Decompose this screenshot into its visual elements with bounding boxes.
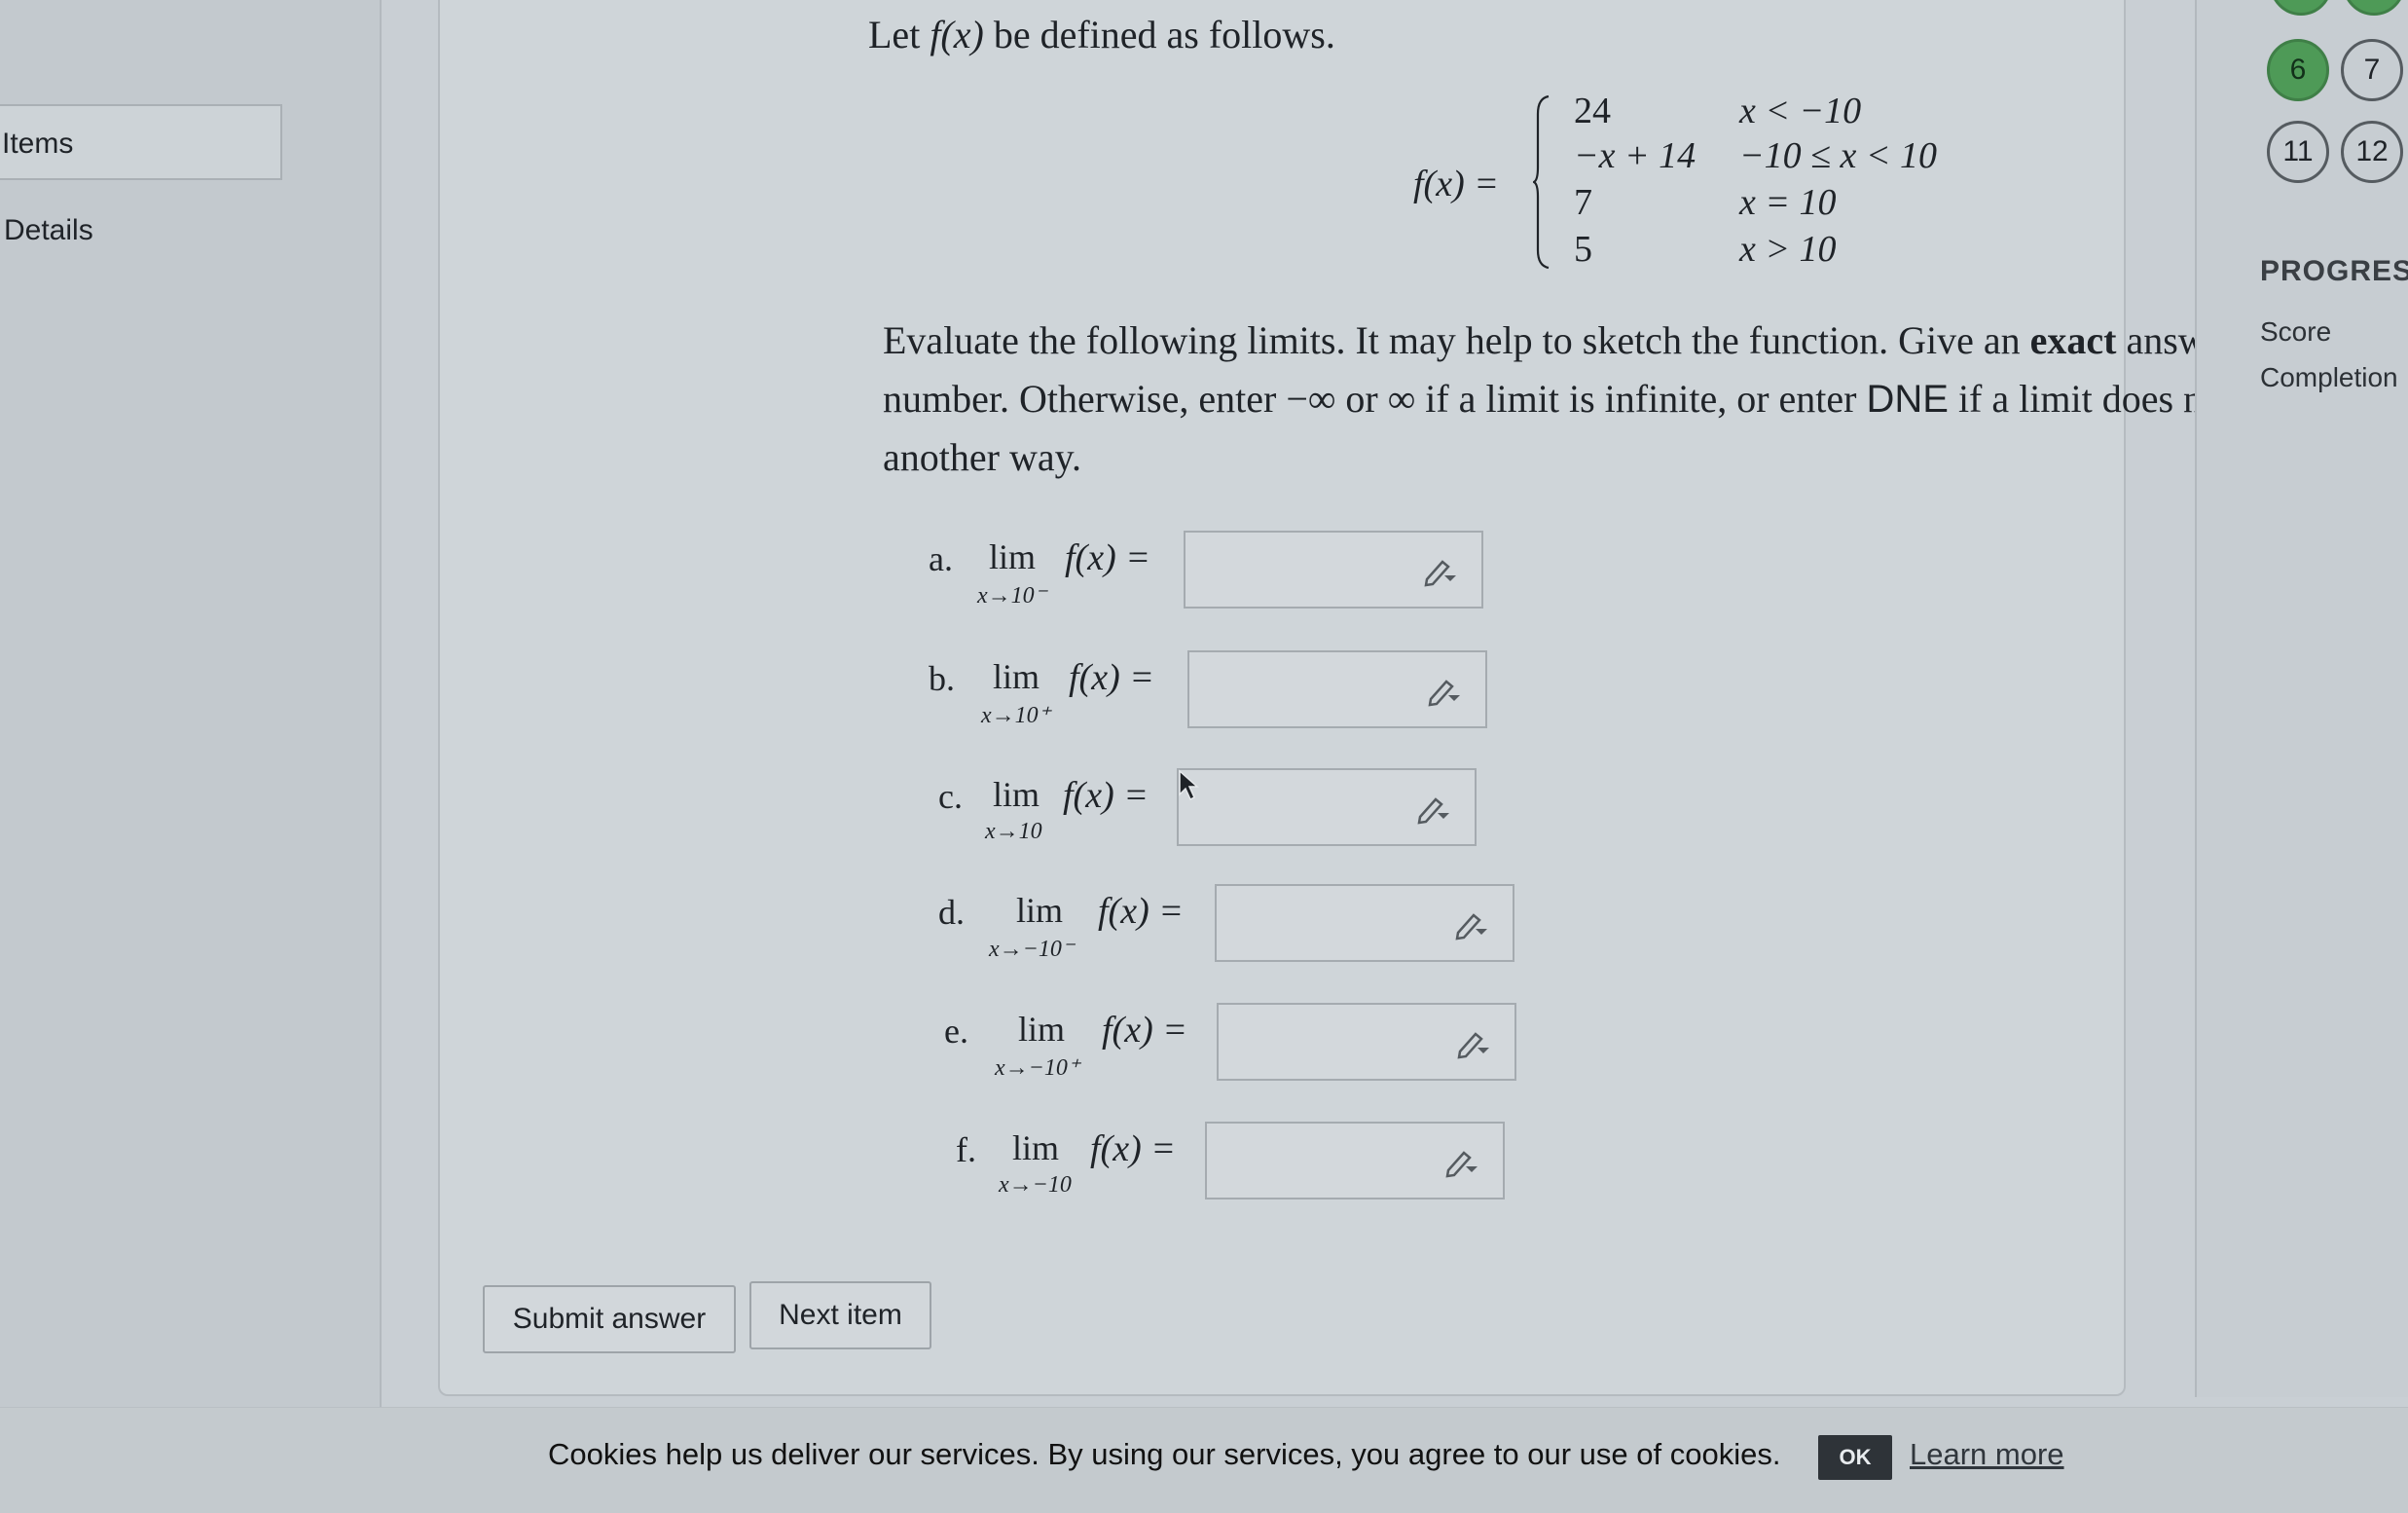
instructions-exact: exact — [2029, 318, 2117, 362]
progress-heading: PROGRESS — [2260, 255, 2408, 287]
answer-input-f[interactable] — [1205, 1122, 1505, 1199]
left-brace-icon — [1533, 94, 1550, 270]
part-letter: e. — [944, 1012, 968, 1051]
pencil-icon[interactable] — [1442, 1145, 1481, 1180]
pencil-icon[interactable] — [1414, 792, 1453, 827]
lim-expression: f(x) = — [1102, 1010, 1187, 1051]
answer-input-a[interactable] — [1184, 531, 1483, 609]
item-circle-7[interactable]: 7 — [2341, 39, 2403, 101]
item-circle-previous[interactable] — [2270, 0, 2332, 16]
lim-expression: f(x) = — [1069, 657, 1154, 698]
next-item-button[interactable]: Next item — [749, 1281, 931, 1349]
item-circle-6[interactable]: 6 — [2267, 39, 2329, 101]
completion-label: Completion — [2260, 362, 2398, 392]
score-label: Score — [2260, 316, 2332, 347]
mouse-cursor-icon — [1179, 769, 1199, 801]
instructions-part: or — [1335, 377, 1388, 421]
lim-subscript: x→−10⁺ — [995, 1055, 1080, 1081]
lim-subscript: x→10 — [985, 819, 1042, 844]
lim-text: lim — [1018, 1010, 1066, 1049]
item-circle-previous[interactable] — [2343, 0, 2405, 16]
piecewise-expr: 5 — [1574, 229, 1592, 270]
pencil-icon[interactable] — [1425, 674, 1464, 709]
answer-input-e[interactable] — [1217, 1003, 1516, 1081]
lim-expression: f(x) = — [1098, 891, 1184, 932]
item-navigator: 6 7 11 12 PROGRESS Score Completion — [2195, 0, 2408, 1397]
part-letter: a. — [929, 539, 953, 578]
lim-subscript: x→−10⁻ — [989, 937, 1075, 962]
piecewise-lhs: f(x) = — [1413, 164, 1499, 204]
instructions-part: Evaluate the following limits. It may he… — [883, 318, 2030, 362]
lim-text: lim — [989, 537, 1037, 576]
part-letter: f. — [956, 1130, 976, 1169]
intro-text-end: be defined as follows. — [983, 13, 1335, 56]
item-circle-12[interactable]: 12 — [2341, 121, 2403, 183]
lim-subscript: x→−10 — [999, 1172, 1072, 1198]
part-letter: c. — [938, 777, 963, 816]
instructions-part: if a limit is infinite, or enter — [1415, 377, 1867, 421]
learn-more-link[interactable]: Learn more — [1910, 1437, 2064, 1472]
lim-text: lim — [1016, 891, 1064, 930]
answer-input-d[interactable] — [1215, 884, 1514, 962]
lim-text: lim — [1012, 1128, 1060, 1167]
instructions-dne: DNE — [1866, 378, 1949, 421]
pencil-icon[interactable] — [1454, 1026, 1493, 1061]
part-letter: b. — [929, 659, 955, 698]
lim-expression: f(x) = — [1065, 537, 1150, 578]
question-panel: Let f(x) be defined as follows. f(x) = 2… — [438, 0, 2408, 1396]
lim-expression: f(x) = — [1063, 775, 1149, 816]
piecewise-expr: −x + 14 — [1574, 135, 1697, 176]
pencil-icon[interactable] — [1452, 907, 1491, 942]
lim-text: lim — [993, 775, 1040, 814]
submit-answer-button[interactable]: Submit answer — [483, 1285, 736, 1353]
intro-function: f(x) — [930, 13, 984, 56]
pencil-icon[interactable] — [1421, 554, 1460, 589]
piecewise-cond: x > 10 — [1739, 229, 1837, 270]
lim-subscript: x→10⁺ — [981, 703, 1051, 728]
piecewise-cond: −10 ≤ x < 10 — [1739, 135, 1938, 176]
piecewise-expr: 7 — [1574, 182, 1592, 223]
question-intro: Let f(x) be defined as follows. — [868, 12, 1335, 57]
cookie-message: Cookies help us deliver our services. By… — [548, 1437, 1781, 1471]
piecewise-cond: x = 10 — [1739, 182, 1837, 223]
piecewise-cond: x < −10 — [1739, 91, 1862, 131]
answer-input-b[interactable] — [1187, 650, 1487, 728]
lim-expression: f(x) = — [1090, 1128, 1176, 1169]
lim-text: lim — [993, 657, 1040, 696]
sidebar-item-details[interactable]: Details — [4, 214, 93, 247]
negative-infinity-symbol: −∞ — [1286, 377, 1336, 421]
piecewise-expr: 24 — [1574, 91, 1611, 131]
cookie-ok-button[interactable]: OK — [1818, 1435, 1892, 1480]
infinity-symbol: ∞ — [1387, 377, 1416, 421]
answer-input-c[interactable] — [1177, 768, 1477, 846]
cookie-banner: Cookies help us deliver our services. By… — [0, 1407, 2408, 1513]
item-circle-11[interactable]: 11 — [2267, 121, 2329, 183]
intro-text: Let — [868, 13, 930, 56]
left-sidebar: Items Details — [0, 0, 382, 1407]
lim-subscript: x→10⁻ — [977, 583, 1047, 609]
part-letter: d. — [938, 893, 965, 932]
instructions-text: Evaluate the following limits. It may he… — [883, 312, 2408, 487]
sidebar-item-items[interactable]: Items — [0, 104, 282, 180]
